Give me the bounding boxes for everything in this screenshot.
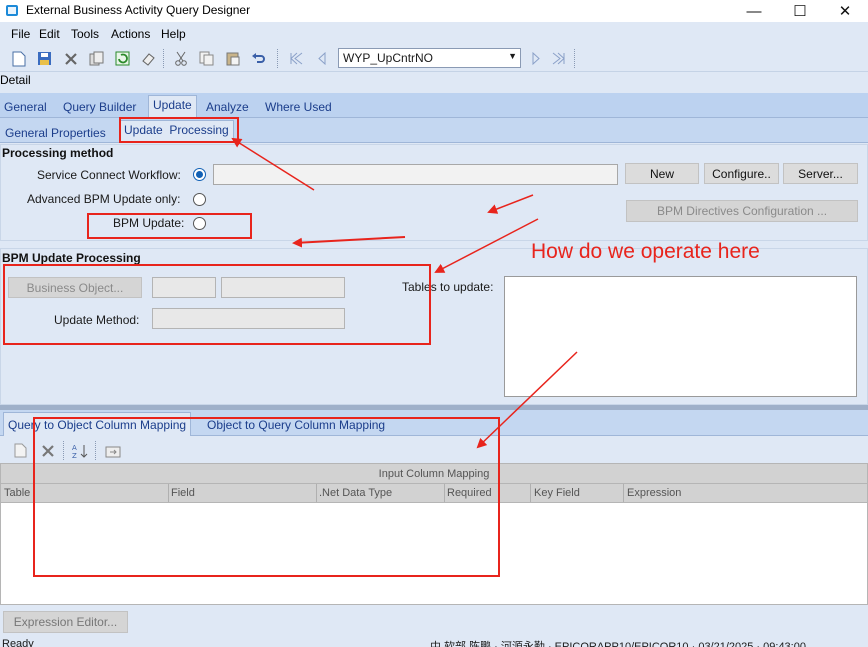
grid-group-header: Input Column Mapping [0, 463, 868, 484]
server-button[interactable]: Server... [783, 163, 858, 184]
tab-analyze[interactable]: Analyze [206, 100, 249, 114]
grid-toolbar: AZ [0, 437, 868, 463]
new-icon[interactable] [10, 50, 27, 67]
business-object-button[interactable]: Business Object... [8, 277, 142, 298]
tables-to-update-list[interactable] [504, 276, 857, 397]
column-divider [444, 484, 445, 502]
copy-icon[interactable] [88, 50, 105, 67]
toolbar-separator [163, 49, 165, 68]
svg-text:A: A [72, 444, 77, 452]
configure-button[interactable]: Configure.. [704, 163, 779, 184]
import-icon[interactable] [104, 442, 121, 459]
title-bar: External Business Activity Query Designe… [0, 0, 868, 22]
paste-icon[interactable] [224, 50, 241, 67]
advanced-bpm-radio[interactable] [193, 193, 206, 206]
menu-tools[interactable]: Tools [71, 27, 99, 41]
column-divider [530, 484, 531, 502]
last-record-icon[interactable] [550, 50, 567, 67]
grid-column-header: Table Field .Net Data Type Required Key … [0, 484, 868, 503]
first-record-icon[interactable] [288, 50, 305, 67]
svg-text:Z: Z [72, 452, 77, 459]
main-tab-row: General Query Builder Update Analyze Whe… [0, 93, 868, 118]
column-divider [623, 484, 624, 502]
tab-general[interactable]: General [4, 100, 47, 114]
mapping-tab-row: Query to Object Column Mapping Object to… [0, 410, 868, 436]
delete-row-icon[interactable] [39, 442, 56, 459]
column-divider [316, 484, 317, 502]
menu-bar: File Edit Tools Actions Help [0, 23, 868, 44]
tables-to-update-label: Tables to update: [402, 280, 494, 294]
service-connect-radio[interactable] [193, 168, 206, 181]
record-selector-value: WYP_UpCntrNO [343, 51, 434, 65]
tab-update[interactable]: Update [148, 95, 197, 118]
menu-edit[interactable]: Edit [39, 27, 60, 41]
maximize-button[interactable]: ☐ [777, 0, 823, 22]
detail-label: Detail [0, 73, 31, 87]
service-connect-label: Service Connect Workflow: [37, 168, 181, 182]
column-key-field[interactable]: Key Field [534, 487, 580, 499]
refresh-icon[interactable] [114, 50, 131, 67]
processing-method-title: Processing method [2, 146, 114, 160]
status-info: 中 软部 陈鹏 · 河源永勤 · EPICORAPP10/EPICOR10 · … [430, 641, 806, 647]
column-required[interactable]: Required [447, 487, 492, 499]
toolbar-separator [95, 441, 97, 460]
tab-where-used[interactable]: Where Used [265, 100, 332, 114]
sort-icon[interactable]: AZ [71, 442, 88, 459]
window-title: External Business Activity Query Designe… [26, 3, 251, 17]
record-selector-combo[interactable]: WYP_UpCntrNO ▼ [338, 48, 521, 68]
bpm-update-processing-title: BPM Update Processing [2, 251, 141, 265]
cut-icon[interactable] [172, 50, 189, 67]
menu-actions[interactable]: Actions [111, 27, 150, 41]
column-field[interactable]: Field [171, 487, 195, 499]
clear-icon[interactable] [140, 50, 157, 67]
column-net-data-type[interactable]: .Net Data Type [319, 487, 392, 499]
bpm-update-label: BPM Update: [113, 216, 185, 230]
previous-record-icon[interactable] [313, 50, 330, 67]
tab-object-to-query-mapping[interactable]: Object to Query Column Mapping [207, 418, 385, 432]
toolbar-separator [574, 49, 576, 68]
tab-query-to-object-mapping[interactable]: Query to Object Column Mapping [3, 412, 192, 436]
expression-editor-button[interactable]: Expression Editor... [3, 611, 128, 633]
next-record-icon[interactable] [527, 50, 544, 67]
column-table[interactable]: Table [4, 487, 30, 499]
new-row-icon[interactable] [12, 442, 29, 459]
save-icon[interactable] [36, 50, 53, 67]
delete-icon[interactable] [62, 50, 79, 67]
bpm-update-radio[interactable] [193, 217, 206, 230]
bpm-directives-configuration-button[interactable]: BPM Directives Configuration ... [626, 200, 858, 222]
minimize-button[interactable]: — [731, 0, 777, 22]
toolbar-separator [277, 49, 279, 68]
status-bar: Ready 中 软部 陈鹏 · 河源永勤 · EPICORAPP10/EPICO… [0, 638, 868, 647]
chevron-down-icon[interactable]: ▼ [508, 51, 517, 61]
business-object-field[interactable] [152, 277, 216, 298]
grid-body[interactable] [0, 503, 868, 605]
status-text: Ready [2, 638, 34, 647]
sub-tab-row: General Properties Update Processing [0, 118, 868, 143]
menu-help[interactable]: Help [161, 27, 186, 41]
close-button[interactable]: ✕ [822, 0, 868, 22]
toolbar-separator [63, 441, 65, 460]
tab-update-processing[interactable]: Update Processing [119, 120, 234, 143]
tab-general-properties[interactable]: General Properties [5, 126, 106, 140]
business-object-description-field[interactable] [221, 277, 345, 298]
column-divider [168, 484, 169, 502]
undo-icon[interactable] [250, 50, 267, 67]
column-expression[interactable]: Expression [627, 487, 681, 499]
tab-query-builder[interactable]: Query Builder [63, 100, 136, 114]
update-method-field[interactable] [152, 308, 345, 329]
new-button[interactable]: New [625, 163, 699, 184]
menu-file[interactable]: File [11, 27, 30, 41]
advanced-bpm-label: Advanced BPM Update only: [27, 192, 181, 206]
app-icon [6, 5, 18, 16]
annotation-text: How do we operate here [531, 240, 760, 263]
duplicate-icon[interactable] [198, 50, 215, 67]
service-connect-workflow-field[interactable] [213, 164, 618, 185]
update-method-label: Update Method: [54, 313, 140, 327]
